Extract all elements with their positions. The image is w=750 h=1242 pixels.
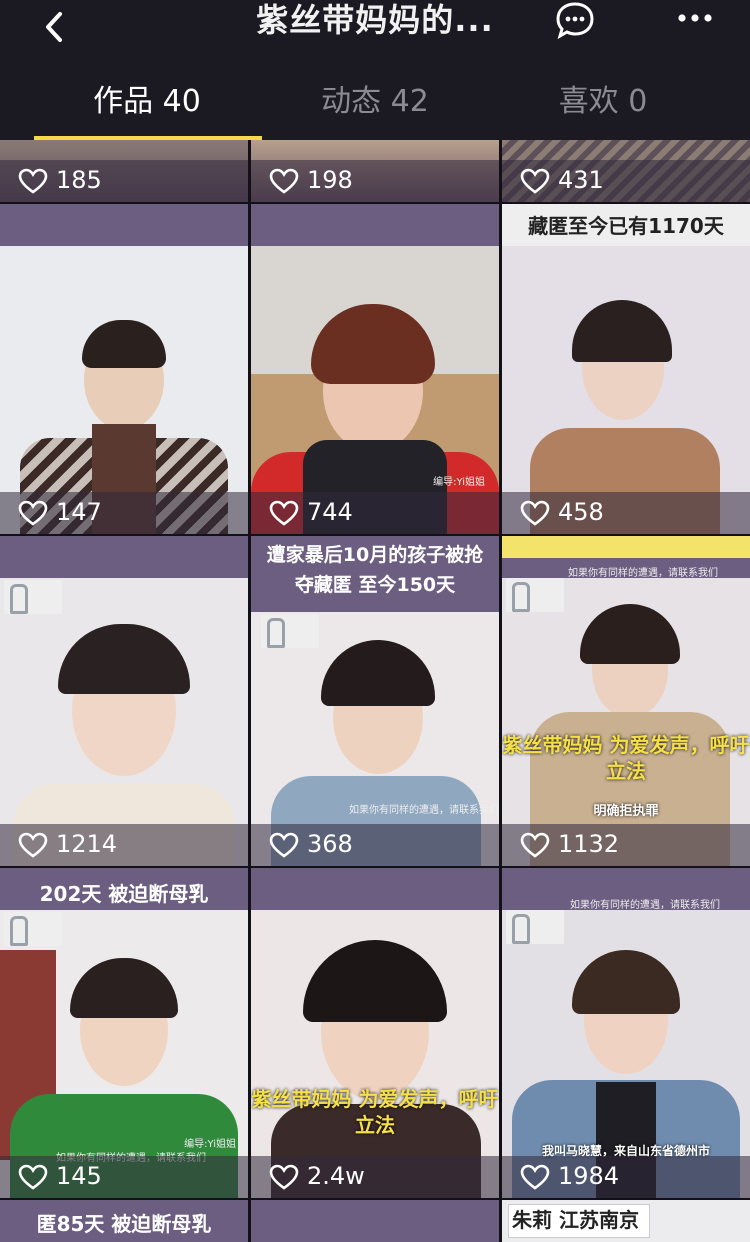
heart-icon	[18, 1164, 48, 1190]
video-thumbnail[interactable]: 如果你有同样的遭遇，请联系我们 紫丝带妈妈 为爱发声，呼吁立法 明确拒执罪 11…	[502, 536, 750, 866]
video-caption: 朱莉 江苏南京	[512, 1208, 639, 1232]
purple-ribbon-logo	[261, 614, 319, 648]
video-caption: 藏匿至今已有1170天	[528, 214, 724, 238]
video-caption: 匿85天 被迫断母乳	[36, 1212, 212, 1236]
heart-icon	[18, 832, 48, 858]
heart-icon	[18, 500, 48, 526]
heart-icon	[269, 168, 299, 194]
video-thumbnail[interactable]: 如果你有同样的遭遇，请联系我们 我叫马晓慧，来自山东省德州市 1984	[502, 868, 750, 1198]
purple-ribbon-logo	[506, 578, 564, 612]
tab-activity[interactable]: 动态 42	[250, 78, 500, 126]
purple-ribbon-logo	[506, 910, 564, 944]
more-icon[interactable]	[676, 6, 716, 36]
video-thumbnail[interactable]: 202天 被迫断母乳 编导:Yi姐姐 如果你有同样的遭遇，请联系我们 145	[0, 868, 248, 1198]
video-thumbnail[interactable]: 198	[251, 140, 499, 202]
video-caption: 遭家暴后10月的孩子被抢夺藏匿 至今150天	[266, 544, 484, 596]
heart-icon	[269, 500, 299, 526]
like-count: 147	[0, 492, 248, 534]
video-caption: 紫丝带妈妈 为爱发声，呼吁立法	[251, 1087, 499, 1137]
tab-likes[interactable]: 喜欢 0	[478, 78, 728, 126]
like-count: 368	[251, 824, 499, 866]
video-thumbnail[interactable]	[251, 1200, 499, 1242]
video-thumbnail[interactable]: 1214	[0, 536, 248, 866]
like-count: 185	[0, 160, 248, 202]
video-thumbnail[interactable]: 匿85天 被迫断母乳	[0, 1200, 248, 1242]
video-thumbnail[interactable]: 185	[0, 140, 248, 202]
heart-icon	[520, 1164, 550, 1190]
profile-tabs: 作品 40 动态 42 喜欢 0	[0, 70, 750, 140]
heart-icon	[520, 832, 550, 858]
like-count: 1214	[0, 824, 248, 866]
purple-ribbon-logo	[4, 912, 62, 946]
heart-icon	[520, 168, 550, 194]
video-thumbnail[interactable]: 431	[502, 140, 750, 202]
video-thumbnail[interactable]: 藏匿至今已有1170天 458	[502, 204, 750, 534]
like-count: 1132	[502, 824, 750, 866]
like-count: 145	[0, 1156, 248, 1198]
video-thumbnail[interactable]: 朱莉 江苏南京	[502, 1200, 750, 1242]
heart-icon	[269, 1164, 299, 1190]
like-count: 1984	[502, 1156, 750, 1198]
like-count: 458	[502, 492, 750, 534]
page-title: 紫丝带妈妈的...	[256, 1, 494, 39]
video-caption: 紫丝带妈妈 为爱发声，呼吁立法	[502, 733, 750, 783]
heart-icon	[18, 168, 48, 194]
like-count: 431	[502, 160, 750, 202]
like-count: 2.4w	[251, 1156, 499, 1198]
like-count: 744	[251, 492, 499, 534]
video-thumbnail[interactable]: 遭家暴后10月的孩子被抢夺藏匿 至今150天 如果你有同样的遭遇，请联系我们 3…	[251, 536, 499, 866]
top-bar: 紫丝带妈妈的...	[0, 0, 750, 70]
video-thumbnail[interactable]: 紫丝带妈妈 为爱发声，呼吁立法 2.4w	[251, 868, 499, 1198]
heart-icon	[520, 500, 550, 526]
heart-icon	[269, 832, 299, 858]
purple-ribbon-logo	[4, 580, 62, 614]
video-caption: 202天 被迫断母乳	[39, 882, 209, 906]
like-count: 198	[251, 160, 499, 202]
video-thumbnail[interactable]: 147	[0, 204, 248, 534]
tab-works[interactable]: 作品 40	[22, 78, 272, 126]
video-grid: 185 198 431 147 编导:Yi姐姐 744 藏匿至今已有1170天 …	[0, 140, 750, 1242]
chat-bubble-icon[interactable]	[555, 1, 595, 41]
video-thumbnail[interactable]: 编导:Yi姐姐 744	[251, 204, 499, 534]
